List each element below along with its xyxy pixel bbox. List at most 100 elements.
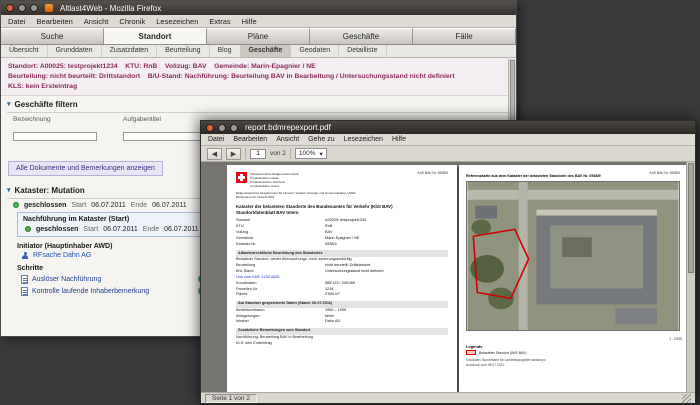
filter-input[interactable] [123, 131, 207, 141]
status-text: geschlossen [36, 225, 79, 233]
pdf-page-1: KbS BAV Nr. 0538/9 Schweizerische Eidgen… [227, 165, 457, 392]
main-tab[interactable]: Standort [104, 28, 207, 44]
department-line: Bundesamt für Verkehr BAV [236, 194, 275, 199]
initiator-name[interactable]: RFsache Dahn AG [33, 252, 91, 259]
step-label[interactable]: Kontrolle laufende Inhaberbemerkung [32, 288, 149, 295]
sub-tab[interactable]: Beurteilung [157, 45, 210, 57]
sub-tab[interactable]: Detailliste [339, 45, 387, 57]
sub-tab[interactable]: Zusatzdaten [102, 45, 158, 57]
sub-tab[interactable]: Übersicht [1, 45, 48, 57]
main-tab-bar: Suche Standort Pläne Geschäfte Fälle [1, 28, 516, 45]
menu-item[interactable]: Datei [8, 17, 26, 26]
pdf-content-area[interactable]: KbS BAV Nr. 0538/9 Schweizerische Eidgen… [201, 162, 695, 392]
document-reference: KbS BAV Nr. 0538/9 [417, 171, 448, 175]
menu-item[interactable]: Ansicht [276, 136, 299, 143]
menu-item[interactable]: Lesezeichen [344, 136, 383, 143]
pdf-statusbar: Seite 1 von 2 [201, 392, 695, 403]
datasheet-row: Kataster-Nr. 0538/9 [236, 242, 448, 248]
step-row[interactable]: Auslöser Nachführung ✓ [21, 274, 206, 284]
row-label: Fläche [236, 292, 248, 297]
row-label: Am Standort gespeicherte Daten (Stand: 0… [238, 301, 333, 306]
nachfuehrung-title: Nachführung im Kataster (Start) [23, 215, 130, 223]
pdf-scrollbar[interactable] [686, 162, 695, 392]
pdf-toolbar: ◀ ▶ von 2 100% ▾ [201, 146, 695, 162]
kataster-section-title: Kataster: Mutation [14, 185, 85, 195]
scrollbar-thumb[interactable] [688, 163, 694, 273]
filter-input[interactable] [13, 131, 97, 141]
pdf-menubar: Datei Bearbeiten Ansicht Gehe zu Lesezeichen… [201, 134, 695, 146]
info-line: KLS: kein Ersteintrag [8, 82, 78, 90]
main-tab[interactable]: Pläne [207, 28, 310, 44]
menu-item[interactable]: Gehe zu [308, 136, 334, 143]
next-page-button[interactable]: ▶ [226, 147, 241, 160]
filter-section-header[interactable]: ▾ Geschäfte filtern [1, 96, 516, 111]
start-label: Start [83, 225, 99, 233]
legend-title: Legende [466, 343, 483, 349]
nachfuehrung-panel: Nachführung im Kataster (Start) geschlos… [17, 211, 222, 237]
maximize-button[interactable] [30, 4, 38, 12]
menu-item[interactable]: Extras [209, 17, 230, 26]
end-date: 06.07.2011 [152, 201, 187, 209]
status-dot-icon [25, 226, 31, 233]
menu-item[interactable]: Hilfe [242, 17, 257, 26]
main-tab[interactable]: Fälle [413, 28, 516, 44]
collapse-icon[interactable]: ▾ [7, 100, 11, 108]
step-row[interactable]: Kontrolle laufende Inhaberbemerkung ✓ [21, 286, 206, 296]
start-label: Start [71, 201, 87, 209]
sub-tab[interactable]: Grunddaten [48, 45, 102, 57]
menu-item[interactable]: Bearbeiten [233, 136, 267, 143]
menu-item[interactable]: Lesezeichen [156, 17, 198, 26]
swiss-federal-logo: Schweizerische Eidgenossenschaft Confédér… [236, 172, 448, 188]
kbs-area-swatch [466, 350, 476, 356]
maximize-button[interactable] [230, 123, 238, 132]
page-count-label: von 2 [270, 150, 286, 157]
page-number-input[interactable] [250, 148, 266, 159]
row-value: Dahn AG [325, 319, 341, 324]
page-status: Seite 1 von 2 [205, 393, 257, 403]
firefox-titlebar[interactable]: Altlast4Web - Mozilla Firefox [1, 1, 516, 15]
menu-item[interactable]: Bearbeiten [37, 17, 73, 26]
datasheet-rows: Standort A00025: testprojekt1234 KTU RnB… [236, 218, 448, 346]
close-button[interactable] [206, 123, 214, 132]
previous-page-button[interactable]: ◀ [207, 147, 222, 160]
menu-item[interactable]: Chronik [119, 17, 145, 26]
info-line: Beurteilung: nicht beurteilt: Drittstand… [8, 72, 455, 80]
main-tab[interactable]: Geschäfte [310, 28, 413, 44]
title-line: Standortdatenblatt BAV Intern [236, 209, 299, 215]
step-label[interactable]: Auslöser Nachführung [32, 276, 101, 283]
end-label: Ende [142, 225, 160, 233]
legend-item: Belasteter Standort (KbS BAV) [466, 350, 682, 356]
minimize-button[interactable] [218, 123, 226, 132]
datasheet-row: Am Standort gespeicherte Daten (Stand: 0… [236, 300, 448, 308]
legend-items: Belasteter Standort (KbS BAV) [466, 350, 682, 356]
filter-field: Bezeichnung [13, 116, 97, 143]
docs-link[interactable]: Alle Dokumente und Bemerkungen anzeigen [16, 165, 155, 172]
row-label: Kataster-Nr. [236, 241, 257, 246]
toolbar-separator [289, 148, 291, 159]
close-button[interactable] [6, 4, 14, 12]
status-text: geschlossen [24, 201, 67, 209]
sub-tab[interactable]: Geodaten [291, 45, 340, 57]
resize-grip-icon[interactable] [682, 393, 691, 403]
swiss-cross-icon [236, 172, 247, 183]
sub-tab[interactable]: Blog [210, 45, 241, 57]
datasheet-row: Inhaber Dahn AG [236, 319, 448, 325]
menu-item[interactable]: Ansicht [84, 17, 109, 26]
docs-link-box[interactable]: Alle Dokumente und Bemerkungen anzeigen [8, 160, 163, 176]
collapse-icon[interactable]: ▾ [7, 186, 11, 194]
menu-item[interactable]: Hilfe [392, 136, 406, 143]
pdf-titlebar[interactable]: report.bdmrepexport.pdf [201, 121, 695, 134]
zoom-select[interactable]: 100% ▾ [294, 148, 327, 159]
document-reference: KbS BAV Nr. 0538/9 [649, 171, 680, 175]
toolbar-separator [245, 148, 246, 159]
minimize-button[interactable] [18, 4, 26, 12]
sub-tab[interactable]: Geschäfte [240, 45, 292, 57]
menu-item[interactable]: Datei [208, 136, 224, 143]
firefox-menubar: Datei Bearbeiten Ansicht Chronik Lesezeichen… [1, 15, 516, 28]
start-date: 06.07.2011 [103, 225, 138, 233]
end-date: 06.07.2011 [164, 225, 199, 233]
nachfuehrung-status-row: geschlossen Start 06.07.2011 Ende 06.07.… [23, 225, 216, 233]
window-title: Altlast4Web - Mozilla Firefox [60, 3, 162, 13]
row-label: Inhaber [236, 319, 249, 324]
main-tab[interactable]: Suche [1, 28, 104, 44]
